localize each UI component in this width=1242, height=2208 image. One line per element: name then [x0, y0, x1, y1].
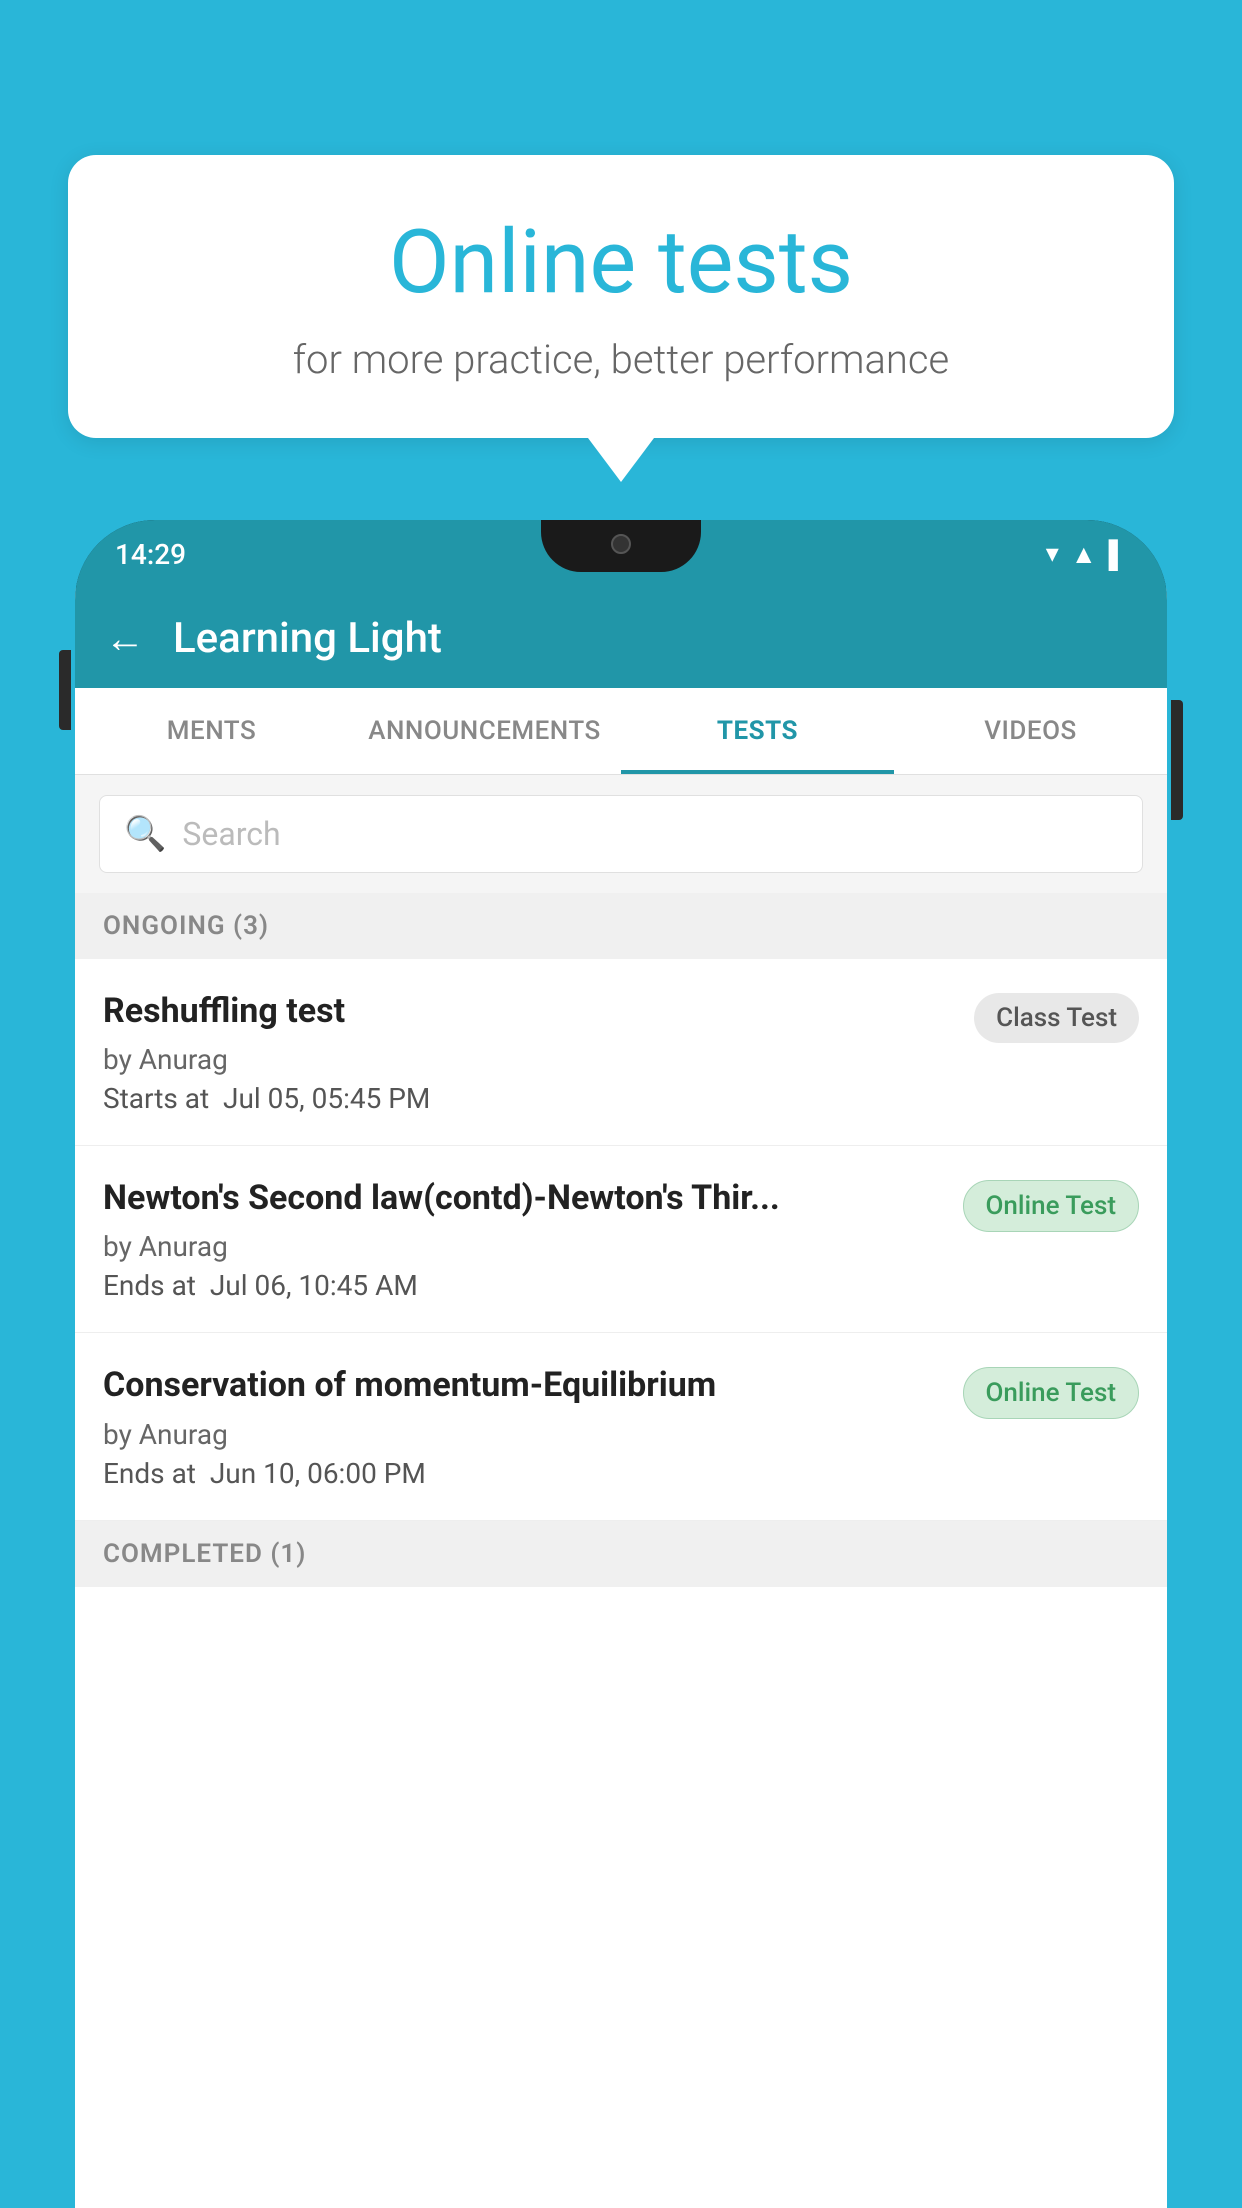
badge-2: Online Test	[963, 1180, 1140, 1232]
date-value-1: Jul 05, 05:45 PM	[223, 1082, 430, 1115]
test-item-1[interactable]: Reshuffling test by Anurag Starts at Jul…	[75, 959, 1167, 1146]
test-date-2: Ends at Jul 06, 10:45 AM	[103, 1269, 943, 1302]
test-name-2: Newton's Second law(contd)-Newton's Thir…	[103, 1176, 943, 1220]
volume-button	[59, 650, 71, 730]
tab-videos[interactable]: VIDEOS	[894, 688, 1167, 774]
battery-icon: ▌	[1109, 539, 1127, 570]
app-title: Learning Light	[173, 614, 442, 663]
tabs-bar: MENTS ANNOUNCEMENTS TESTS VIDEOS	[75, 688, 1167, 775]
tab-tests[interactable]: TESTS	[621, 688, 894, 774]
tab-announcements[interactable]: ANNOUNCEMENTS	[348, 688, 621, 774]
test-by-3: by Anurag	[103, 1418, 943, 1451]
badge-3: Online Test	[963, 1367, 1140, 1419]
search-icon: 🔍	[124, 814, 166, 854]
date-label-1: Starts at	[103, 1082, 209, 1115]
notch	[541, 520, 701, 572]
tab-ments[interactable]: MENTS	[75, 688, 348, 774]
search-box[interactable]: 🔍 Search	[99, 795, 1143, 873]
app-header: ← Learning Light	[75, 588, 1167, 688]
status-bar: 14:29 ▾ ▲ ▌	[75, 520, 1167, 588]
test-by-2: by Anurag	[103, 1230, 943, 1263]
test-by-1: by Anurag	[103, 1043, 954, 1076]
search-container: 🔍 Search	[75, 775, 1167, 893]
status-time: 14:29	[115, 538, 186, 571]
completed-section-header: COMPLETED (1)	[75, 1521, 1167, 1587]
promo-bubble: Online tests for more practice, better p…	[68, 155, 1174, 438]
phone-screen: ← Learning Light MENTS ANNOUNCEMENTS TES…	[75, 588, 1167, 2208]
phone-frame: 14:29 ▾ ▲ ▌ ← Learning Light MENTS ANNOU…	[75, 520, 1167, 2208]
ongoing-section-header: ONGOING (3)	[75, 893, 1167, 959]
signal-icon: ▲	[1071, 539, 1097, 570]
date-value-2: Jul 06, 10:45 AM	[210, 1269, 418, 1302]
bubble-subtitle: for more practice, better performance	[118, 336, 1124, 383]
test-item-3[interactable]: Conservation of momentum-Equilibrium by …	[75, 1333, 1167, 1520]
test-name-1: Reshuffling test	[103, 989, 954, 1033]
test-name-3: Conservation of momentum-Equilibrium	[103, 1363, 943, 1407]
bubble-title: Online tests	[118, 215, 1124, 312]
wifi-icon: ▾	[1046, 539, 1059, 569]
test-item-2[interactable]: Newton's Second law(contd)-Newton's Thir…	[75, 1146, 1167, 1333]
test-date-1: Starts at Jul 05, 05:45 PM	[103, 1082, 954, 1115]
date-label-3: Ends at	[103, 1457, 196, 1490]
test-info-3: Conservation of momentum-Equilibrium by …	[103, 1363, 943, 1489]
test-info-1: Reshuffling test by Anurag Starts at Jul…	[103, 989, 954, 1115]
back-button[interactable]: ←	[105, 615, 145, 662]
camera-icon	[611, 534, 631, 554]
date-label-2: Ends at	[103, 1269, 196, 1302]
power-button	[1171, 700, 1183, 820]
status-icons: ▾ ▲ ▌	[1046, 539, 1127, 570]
test-info-2: Newton's Second law(contd)-Newton's Thir…	[103, 1176, 943, 1302]
search-placeholder: Search	[182, 815, 280, 853]
date-value-3: Jun 10, 06:00 PM	[210, 1457, 426, 1490]
badge-1: Class Test	[974, 993, 1139, 1043]
test-date-3: Ends at Jun 10, 06:00 PM	[103, 1457, 943, 1490]
